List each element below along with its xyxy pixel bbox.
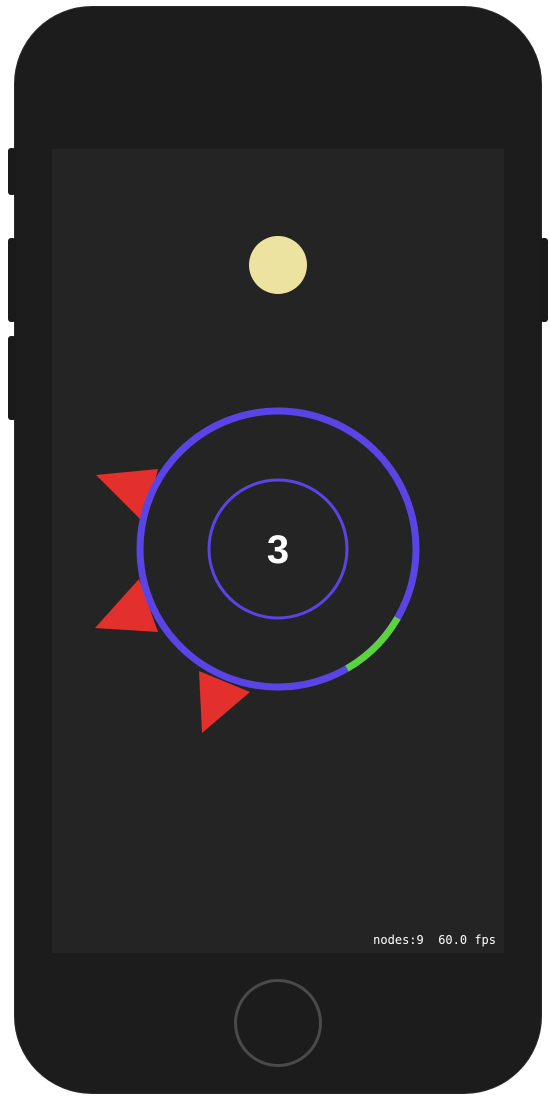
volume-down-button [8,336,16,420]
home-button-icon[interactable] [234,979,322,1067]
silent-switch [8,148,16,195]
debug-stats: nodes:9 60.0 fps [373,933,496,947]
volume-up-button [8,238,16,322]
score-label: 3 [266,528,290,572]
fps-counter: 60.0 fps [438,933,496,947]
game-screen[interactable]: 3 nodes:9 60.0 fps [52,149,504,953]
safe-zone-arc [345,616,401,672]
power-button [540,238,548,322]
node-count: nodes:9 [373,933,424,947]
player-ball [249,236,307,294]
